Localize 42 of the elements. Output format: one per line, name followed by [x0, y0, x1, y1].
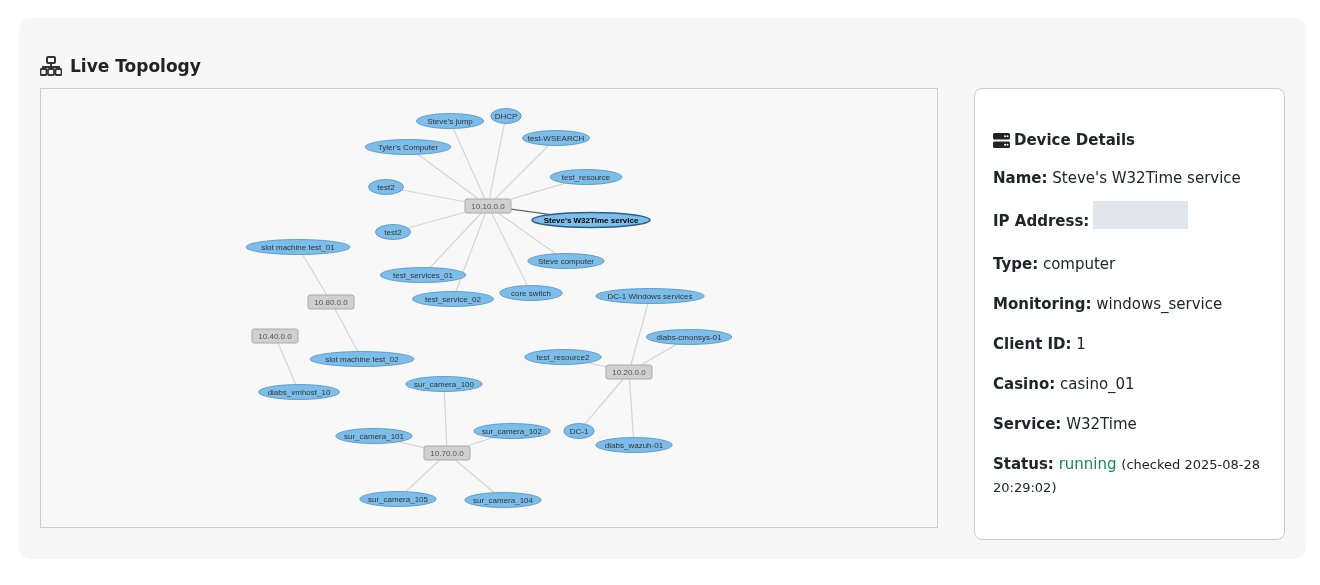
device-node[interactable]: test_services_01	[379, 267, 467, 283]
device-node[interactable]: sur_camera_105	[359, 491, 437, 507]
device-node[interactable]: test2	[375, 224, 411, 240]
subnet-node[interactable]: 10.80.0.0	[307, 294, 355, 310]
device-node[interactable]: DHCP	[490, 108, 522, 124]
device-node[interactable]: slot machine test_01	[245, 239, 351, 255]
subnet-node[interactable]: 10.70.0.0	[423, 445, 471, 461]
device-node[interactable]: test_resource	[549, 169, 623, 185]
subnet-node[interactable]: 10.10.0.0	[464, 198, 512, 214]
device-node[interactable]: DC-1 Windows services	[595, 288, 705, 304]
subnet-node[interactable]: 10.20.0.0	[605, 364, 653, 380]
device-node[interactable]: sur_camera_100	[405, 376, 483, 392]
device-node[interactable]: Steve's W32Time service	[531, 211, 651, 229]
device-node[interactable]: DC-1	[563, 423, 595, 439]
device-node[interactable]: test2	[368, 179, 404, 195]
detail-text: Client ID: 1	[993, 335, 1086, 353]
detail-text: Type: computer	[993, 255, 1116, 273]
device-node[interactable]: diabs_vmhost_10	[258, 384, 340, 400]
device-node[interactable]: sur_camera_104	[464, 492, 542, 508]
server-icon	[993, 132, 1010, 148]
detail-text: Name: Steve's W32Time service	[993, 169, 1241, 187]
device-node[interactable]: test_service_02	[412, 291, 494, 307]
device-node[interactable]: core switch	[499, 285, 563, 301]
device-node[interactable]: Steve computer	[527, 253, 605, 269]
subnet-node[interactable]: 10.40.0.0	[251, 328, 299, 344]
device-node[interactable]: diabs_wazuh-01	[595, 437, 673, 453]
device-node[interactable]: sur_camera_102	[473, 423, 551, 439]
device-node[interactable]: sur_camera_101	[335, 428, 413, 444]
device-node[interactable]: diabs-cmonsys-01	[645, 329, 733, 345]
panel-title: Live Topology	[70, 56, 201, 76]
details-title: Device Details	[1014, 131, 1135, 149]
detail-text: Status: running (checked 2025-08-28 20:29:02)	[993, 455, 1260, 496]
network-icon	[40, 56, 62, 76]
device-node[interactable]: Tyler's Computer	[364, 139, 452, 155]
device-node[interactable]: slot machine test_02	[309, 351, 415, 367]
detail-label: IP Address:	[993, 211, 1090, 230]
detail-text: Monitoring: windows_service	[993, 295, 1223, 313]
detail-text: Service: W32Time	[993, 415, 1137, 433]
detail-text: Casino: casino_01	[993, 375, 1135, 393]
device-node[interactable]: test-WSEARCH	[522, 130, 590, 146]
device-node[interactable]: test_resource2	[524, 349, 602, 365]
device-node[interactable]: Steve's jump	[416, 113, 484, 129]
